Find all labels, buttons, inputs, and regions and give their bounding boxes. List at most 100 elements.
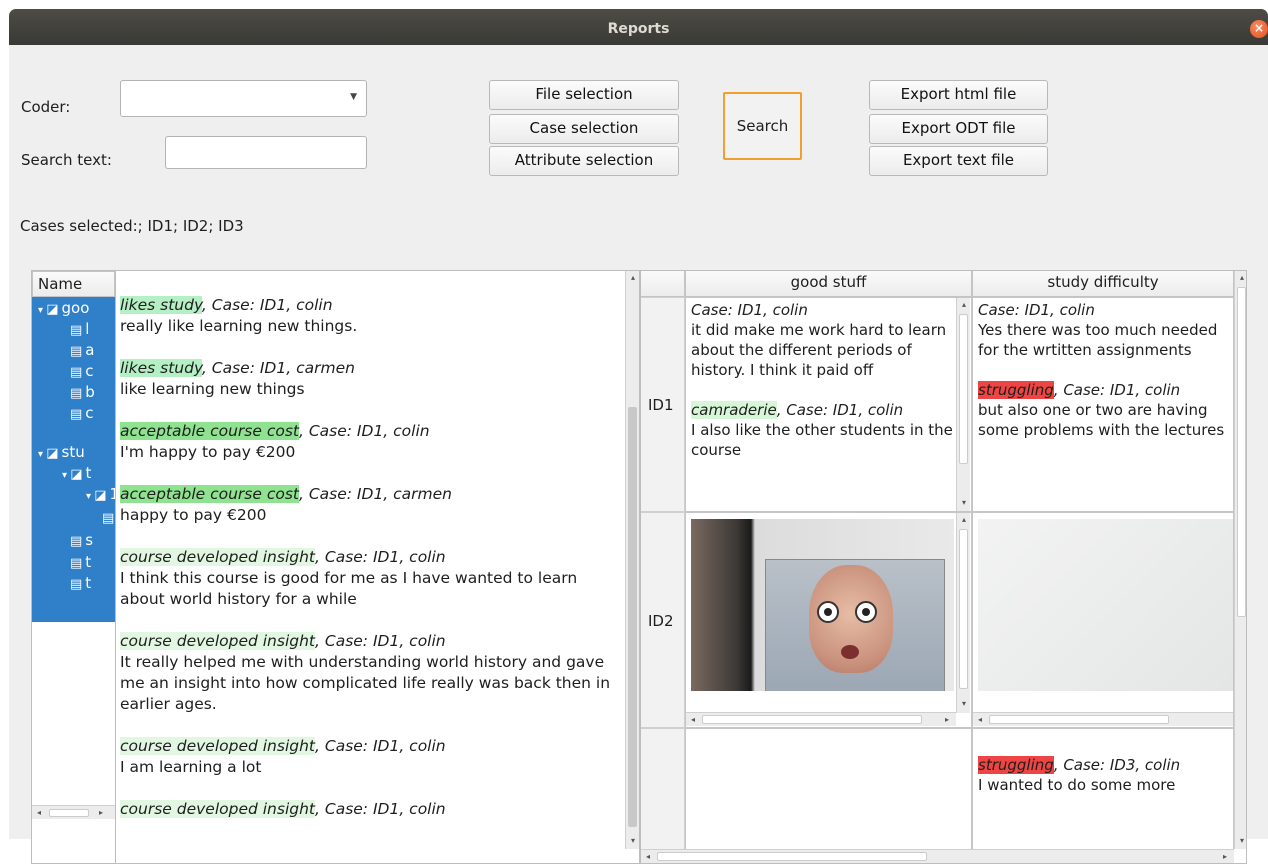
tree-item-category[interactable]: ▾ ◪ goo <box>38 299 89 320</box>
file-selection-button[interactable]: File selection <box>489 80 679 110</box>
export-text-button[interactable]: Export text file <box>869 146 1048 176</box>
result-segment: course developed insight, Case: ID1, col… <box>120 736 625 778</box>
tree-item-code[interactable]: ▤ a <box>70 341 95 362</box>
scroll-down-icon[interactable]: ▾ <box>957 496 971 510</box>
tree-item-category[interactable]: ▾ ◪ stu <box>38 443 85 464</box>
scroll-up-icon[interactable]: ▴ <box>957 513 971 527</box>
results-v-scrollbar[interactable]: ▴ ▾ <box>625 271 639 849</box>
coder-select[interactable]: ▼ <box>120 80 367 117</box>
cell-id3-study-difficulty[interactable]: struggling, Case: ID3, colin I wanted to… <box>972 728 1234 850</box>
scroll-left-icon[interactable]: ◂ <box>686 713 700 727</box>
coded-text: I'm happy to pay €200 <box>120 443 296 461</box>
scroll-thumb[interactable] <box>959 314 968 464</box>
tree-items: ▾ ◪goo▤l▤a▤c▤b▤c▾ ◪stu▾ ◪t▾ ◪1▤▤s▤t▤t <box>32 297 115 622</box>
tree-item-code[interactable]: ▤ s <box>70 531 93 552</box>
tree-item-code[interactable]: ▤ c <box>70 404 94 425</box>
cell-id3-good-stuff[interactable] <box>685 728 972 850</box>
search-text-input[interactable] <box>165 136 367 169</box>
scroll-right-icon[interactable]: ▸ <box>1218 850 1232 863</box>
result-segment: acceptable course cost, Case: ID1, colin… <box>120 421 625 463</box>
column-header-good-stuff: good stuff <box>685 271 972 297</box>
coded-image-face <box>691 519 954 691</box>
coded-text: I think this course is good for me as I … <box>120 569 578 608</box>
category-icon: ◪ <box>94 488 107 503</box>
tree-h-scrollbar[interactable]: ◂ ▸ <box>32 805 115 819</box>
coded-image-wall <box>978 519 1233 691</box>
result-segment: course developed insight, Case: ID1, col… <box>120 799 625 820</box>
expand-arrow-icon[interactable]: ▾ <box>86 491 94 502</box>
tree-item-code[interactable]: ▤ c <box>70 362 94 383</box>
scroll-up-icon[interactable]: ▴ <box>1235 271 1246 285</box>
scroll-left-icon[interactable]: ◂ <box>641 850 655 863</box>
coded-text: happy to pay €200 <box>120 506 267 524</box>
window-title: Reports <box>607 21 670 37</box>
scroll-thumb[interactable] <box>959 529 968 689</box>
cell-v-scrollbar[interactable]: ▴ ▾ <box>956 298 970 511</box>
scroll-down-icon[interactable]: ▾ <box>957 697 971 711</box>
scroll-left-icon[interactable]: ◂ <box>973 713 987 727</box>
search-button[interactable]: Search <box>723 92 802 160</box>
export-html-button[interactable]: Export html file <box>869 80 1048 110</box>
scroll-thumb[interactable] <box>1237 287 1246 617</box>
code-icon: ▤ <box>70 344 83 359</box>
tree-item-code[interactable]: ▤ b <box>70 383 95 404</box>
export-odt-button[interactable]: Export ODT file <box>869 114 1048 144</box>
row-header-id3 <box>641 728 685 850</box>
scroll-thumb[interactable] <box>702 715 922 724</box>
matrix-h-scrollbar[interactable]: ◂ ▸ <box>641 849 1234 863</box>
case-info: , Case: ID1, colin <box>201 296 333 314</box>
scroll-left-icon[interactable]: ◂ <box>32 806 46 820</box>
case-info: , Case: ID1, carmen <box>201 359 355 377</box>
scroll-thumb[interactable] <box>657 852 927 861</box>
scroll-right-icon[interactable]: ▸ <box>940 713 954 727</box>
code-icon: ▤ <box>70 534 83 549</box>
expand-arrow-icon[interactable]: ▾ <box>38 305 46 316</box>
title-bar: Reports × <box>9 9 1268 45</box>
case-info: , Case: ID1, colin <box>315 548 446 566</box>
case-info: , Case: ID1, colin <box>315 737 446 755</box>
cell-id2-good-stuff[interactable]: ▴ ▾ ◂ ▸ <box>685 512 972 728</box>
cell-id1-study-difficulty[interactable]: Case: ID1, colin Yes there was too much … <box>972 297 1234 512</box>
result-segment: course developed insight, Case: ID1, col… <box>120 631 625 715</box>
coded-text: It really helped me with understanding w… <box>120 653 611 713</box>
cell-id1-good-stuff[interactable]: Case: ID1, colin it did make me work har… <box>685 297 972 512</box>
case-selection-button[interactable]: Case selection <box>489 114 679 144</box>
case-info: , Case: ID1, colin <box>315 800 446 818</box>
code-tree[interactable]: Name ▾ ◪goo▤l▤a▤c▤b▤c▾ ◪stu▾ ◪t▾ ◪1▤▤s▤t… <box>31 270 116 864</box>
row-header-id1: ID1 <box>641 297 685 512</box>
tree-item-code[interactable]: ▤ t <box>70 574 91 595</box>
cell-h-scrollbar[interactable]: ◂ ▸ <box>686 712 956 726</box>
close-icon[interactable]: × <box>1250 20 1268 38</box>
scroll-right-icon[interactable]: ▸ <box>94 806 108 820</box>
code-name: likes study <box>120 359 202 377</box>
code-icon: ▤ <box>70 577 83 592</box>
code-name: course developed insight <box>120 800 316 818</box>
coded-text: like learning new things <box>120 380 305 398</box>
scroll-down-icon[interactable]: ▾ <box>1235 834 1246 848</box>
scroll-thumb[interactable] <box>628 407 637 827</box>
scroll-down-icon[interactable]: ▾ <box>626 834 639 848</box>
code-icon: ▤ <box>70 556 83 571</box>
code-name: acceptable course cost <box>120 485 299 503</box>
matrix-v-scrollbar[interactable]: ▴ ▾ <box>1234 271 1246 849</box>
cell-v-scrollbar[interactable]: ▴ ▾ <box>956 513 970 713</box>
tree-item-code[interactable]: ▤ l <box>70 320 89 341</box>
tree-item-category[interactable]: ▾ ◪1 <box>86 485 115 506</box>
tree-item-category[interactable]: ▾ ◪ t <box>62 464 91 485</box>
result-segment: acceptable course cost, Case: ID1, carme… <box>120 484 625 526</box>
tree-item-code[interactable]: ▤ <box>102 508 115 529</box>
case-info: , Case: ID1, colin <box>315 632 446 650</box>
matrix-pane[interactable]: good stuff study difficulty ID1 ID2 Case… <box>640 270 1247 864</box>
code-icon: ▤ <box>70 407 83 422</box>
attribute-selection-button[interactable]: Attribute selection <box>489 146 679 176</box>
expand-arrow-icon[interactable]: ▾ <box>62 470 70 481</box>
scroll-up-icon[interactable]: ▴ <box>957 298 971 312</box>
tree-item-code[interactable]: ▤ t <box>70 553 91 574</box>
results-text-pane[interactable]: likes study, Case: ID1, colin really lik… <box>115 270 640 864</box>
scroll-thumb[interactable] <box>989 715 1169 724</box>
cell-h-scrollbar[interactable]: ◂ <box>973 712 1233 726</box>
scroll-up-icon[interactable]: ▴ <box>626 271 639 285</box>
expand-arrow-icon[interactable]: ▾ <box>38 449 46 460</box>
cell-id2-study-difficulty[interactable]: ◂ <box>972 512 1234 728</box>
scroll-thumb[interactable] <box>49 809 89 817</box>
